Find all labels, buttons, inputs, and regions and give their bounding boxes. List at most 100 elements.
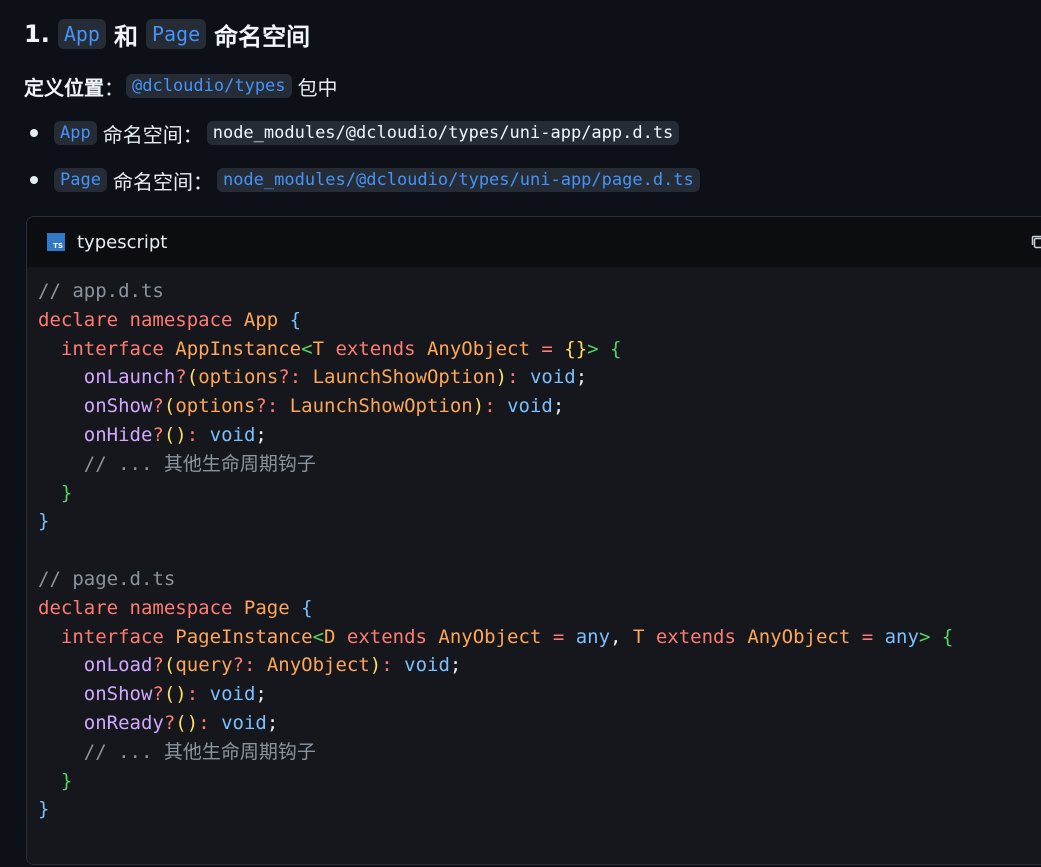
list-item-chip: Page [54,168,107,192]
code-content: // app.d.ts declare namespace App { inter… [27,277,1041,824]
code-token: onHide [83,423,153,446]
code-token: ?: [232,654,267,677]
code-token: AnyObject [438,625,553,648]
list-item-chip: App [54,121,97,145]
code-token: // ... 其他生命周期钩子 [83,452,316,475]
code-token: ) [495,366,508,389]
code-token: onShow [83,683,153,706]
code-token: : [507,366,530,389]
code-token: () [163,683,187,706]
heading-number: 1. [24,20,50,48]
code-token: void [221,711,267,734]
code-token: options [175,395,256,418]
code-token: any [575,625,611,648]
code-token: LaunchShowOption [312,366,496,389]
code-token: ; [449,654,462,677]
code-line: declare namespace Page { [38,594,1041,623]
code-line: declare namespace App { [38,306,1041,335]
code-line: } [38,795,1041,824]
code-line: interface PageInstance<D extends AnyObje… [38,623,1041,652]
code-line: interface AppInstance<T extends AnyObjec… [38,335,1041,364]
code-token: ; [552,395,565,418]
code-token: LaunchShowOption [289,395,473,418]
list-item-app: App 命名空间： node_modules/@dcloudio/types/u… [30,117,685,149]
definition-colon: ： [104,75,124,100]
code-token: ( [163,654,176,677]
code-line: } [38,507,1041,536]
heading-conjunction: 和 [113,22,138,51]
code-token: ? [152,683,164,706]
code-token: ?: [255,395,290,418]
code-token: ( [186,366,199,389]
package-code-chip: @dcloudio/types [126,74,292,98]
code-line: onHide?(): void; [38,421,1041,450]
code-token: > { [587,337,622,360]
code-token: ?: [278,366,313,389]
code-token: : [186,423,210,446]
code-token: extends [655,625,748,648]
code-body: // app.d.ts declare namespace App { inter… [27,267,1041,864]
code-token: void [209,683,256,706]
code-token: ; [255,683,267,706]
code-token: AppInstance [175,337,302,360]
code-token: AnyObject [426,337,542,360]
code-token: any [884,625,919,648]
definition-suffix: 包中 [297,75,338,100]
code-token: } [38,798,50,821]
code-token: onReady [83,711,164,734]
code-token: ) [369,654,382,677]
list-item-label: 命名空间： [112,169,213,194]
code-token: : [381,654,405,677]
code-token: } [38,510,50,533]
code-token: > { [918,625,954,648]
code-line: onShow?(): void; [38,680,1041,709]
code-token: ) [472,395,485,418]
code-token: T [312,337,336,360]
code-token: // page.d.ts [38,567,176,590]
bullet-dot [30,129,38,137]
code-token: Page [243,596,302,619]
code-token: : [484,395,508,418]
list-item-path: node_modules/@dcloudio/types/uni-app/pag… [216,168,700,192]
code-token: // app.d.ts [38,280,164,302]
code-token: () [175,711,199,734]
code-token: T [632,625,656,648]
list-item-page: Page 命名空间： node_modules/@dcloudio/types/… [30,164,706,196]
code-token: {} [564,337,588,360]
section-heading: 1. App 和 Page 命名空间 [24,14,310,54]
code-token: onShow [83,395,153,418]
list-item-path: node_modules/@dcloudio/types/uni-app/app… [206,121,680,145]
copy-icon[interactable] [1029,233,1041,251]
page-code-chip: Page [145,19,207,49]
code-line: // ... 其他生命周期钩子 [38,738,1041,767]
code-token: App [243,308,290,331]
code-token: options [198,366,279,389]
code-token: query [175,654,233,677]
code-token: ? [152,423,164,446]
code-token: void [507,395,553,418]
code-token: = [861,625,885,648]
definition-line: 定义位置 ： @dcloudio/types 包中 [24,70,338,102]
bullet-dot [30,176,38,184]
code-token: ? [163,711,176,734]
ts-icon: TS [47,233,65,251]
code-token: = [552,625,576,648]
code-token: AnyObject [266,654,370,677]
code-token: , [610,625,633,648]
code-line: onShow?(options?: LaunchShowOption): voi… [38,392,1041,421]
code-block-header: TS typescript [27,217,1041,267]
code-token: ; [255,423,267,446]
code-token: < [312,625,325,648]
code-token: < [301,337,313,360]
code-token: declare namespace [38,308,244,331]
code-token: ? [152,654,164,677]
